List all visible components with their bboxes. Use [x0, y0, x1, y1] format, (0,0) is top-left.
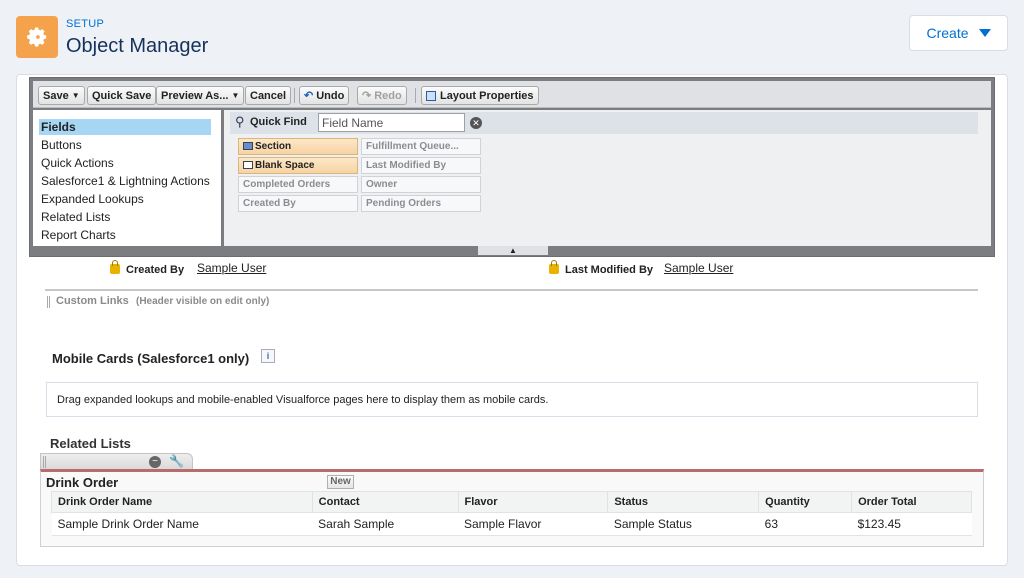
related-lists-title: Related Lists	[50, 436, 131, 451]
clear-icon[interactable]: ✕	[470, 117, 482, 129]
save-button[interactable]: Save ▼	[38, 86, 85, 105]
redo-icon: ↷	[362, 90, 372, 102]
table-row: Sample Drink Order Name Sarah Sample Sam…	[51, 512, 972, 536]
preview-as-button[interactable]: Preview As... ▼	[156, 86, 245, 105]
layout-properties-button[interactable]: Layout Properties	[421, 86, 539, 105]
custom-links-note: (Header visible on edit only)	[136, 296, 270, 307]
create-button[interactable]: Create	[909, 15, 1008, 51]
field-completed-orders[interactable]: Completed Orders	[238, 176, 358, 193]
column-header: Status	[607, 491, 760, 513]
layout-toolbar: Save ▼ Quick Save Preview As... ▼ Cancel ↶…	[33, 81, 991, 108]
category-quick-actions[interactable]: Quick Actions	[39, 155, 211, 171]
layout-properties-icon	[426, 90, 436, 101]
field-label: Blank Space	[255, 160, 315, 171]
dropdown-arrow-icon: ▼	[231, 91, 240, 100]
table-header-row: Drink Order Name Contact Flavor Status Q…	[51, 491, 972, 513]
column-header: Quantity	[758, 491, 853, 513]
toolbar-divider	[415, 88, 416, 103]
quick-find-input[interactable]	[318, 113, 465, 132]
save-label: Save	[43, 89, 69, 102]
category-report-charts[interactable]: Report Charts	[39, 227, 211, 243]
category-expanded-lookups[interactable]: Expanded Lookups	[39, 191, 211, 207]
setup-label: SETUP	[66, 18, 105, 30]
drag-handle-icon[interactable]	[43, 456, 46, 468]
created-by-value[interactable]: Sample User	[197, 261, 266, 275]
field-label: Section	[255, 141, 292, 152]
table-cell: Sample Drink Order Name	[51, 512, 313, 536]
custom-links-divider	[45, 289, 978, 291]
quick-save-button[interactable]: Quick Save	[87, 86, 157, 105]
palette-fields-area: ⚲ Quick Find ✕ Section Blank Space Compl…	[224, 110, 991, 246]
create-label: Create	[926, 25, 969, 41]
field-pending-orders[interactable]: Pending Orders	[361, 195, 481, 212]
setup-gear-icon	[16, 16, 58, 58]
category-lightning-actions[interactable]: Salesforce1 & Lightning Actions	[39, 173, 211, 189]
related-list-name: Drink Order	[46, 475, 119, 490]
toolbar-divider	[294, 88, 295, 103]
undo-icon: ↶	[304, 90, 314, 102]
quick-find-label: Quick Find	[250, 116, 307, 128]
preview-as-label: Preview As...	[161, 89, 229, 102]
category-buttons[interactable]: Buttons	[39, 137, 211, 153]
collapse-palette-handle[interactable]: ▲	[478, 246, 548, 255]
quick-find-bar: ⚲ Quick Find ✕	[230, 112, 978, 134]
section-icon	[243, 142, 253, 150]
table-cell: Sample Flavor	[458, 512, 608, 536]
table-cell: $123.45	[851, 512, 972, 536]
search-icon: ⚲	[235, 114, 245, 129]
column-header: Order Total	[851, 491, 972, 513]
redo-label: Redo	[374, 89, 402, 102]
table-cell: 63	[758, 512, 852, 536]
field-last-modified-by[interactable]: Last Modified By	[361, 157, 481, 174]
undo-label: Undo	[316, 89, 345, 102]
page-title: Object Manager	[66, 35, 209, 57]
table-cell: Sample Status	[607, 512, 759, 536]
last-modified-by-value[interactable]: Sample User	[664, 261, 733, 275]
undo-button[interactable]: ↶ Undo	[299, 86, 350, 105]
mobile-cards-dropzone[interactable]: Drag expanded lookups and mobile-enabled…	[46, 382, 978, 417]
column-header: Drink Order Name	[51, 491, 313, 513]
layout-properties-label: Layout Properties	[440, 89, 534, 102]
related-list-table: Drink Order Name Contact Flavor Status Q…	[51, 491, 972, 536]
palette-category-list: Fields Buttons Quick Actions Salesforce1…	[33, 110, 221, 246]
field-section[interactable]: Section	[238, 138, 358, 155]
wrench-icon[interactable]: 🔧	[169, 454, 184, 468]
palette: Save ▼ Quick Save Preview As... ▼ Cancel ↶…	[29, 77, 995, 257]
field-owner[interactable]: Owner	[361, 176, 481, 193]
column-header: Flavor	[457, 491, 609, 513]
lock-icon	[110, 260, 120, 274]
cancel-button[interactable]: Cancel	[245, 86, 292, 105]
field-created-by[interactable]: Created By	[238, 195, 358, 212]
redo-button[interactable]: ↷ Redo	[357, 86, 407, 105]
remove-icon[interactable]: −	[149, 456, 161, 468]
drag-handle-icon[interactable]	[47, 296, 50, 308]
table-cell: Sarah Sample	[312, 512, 458, 536]
dropdown-arrow-icon: ▼	[71, 91, 80, 100]
field-blank-space[interactable]: Blank Space	[238, 157, 358, 174]
info-icon[interactable]: i	[261, 349, 275, 363]
mobile-cards-title: Mobile Cards (Salesforce1 only)	[52, 351, 250, 366]
last-modified-by-label: Last Modified By	[565, 264, 654, 276]
column-header: Contact	[311, 491, 459, 513]
category-fields[interactable]: Fields	[39, 119, 211, 135]
chevron-down-icon	[978, 29, 991, 37]
new-button[interactable]: New	[327, 475, 354, 489]
created-by-label: Created By	[126, 264, 185, 276]
mobile-cards-hint: Drag expanded lookups and mobile-enabled…	[57, 394, 549, 406]
category-related-lists[interactable]: Related Lists	[39, 209, 211, 225]
related-list-handle[interactable]: − 🔧	[40, 453, 193, 470]
custom-links-title: Custom Links	[56, 295, 129, 307]
field-fulfillment-queue[interactable]: Fulfillment Queue...	[361, 138, 481, 155]
lock-icon	[549, 260, 559, 274]
blank-space-icon	[243, 161, 253, 169]
